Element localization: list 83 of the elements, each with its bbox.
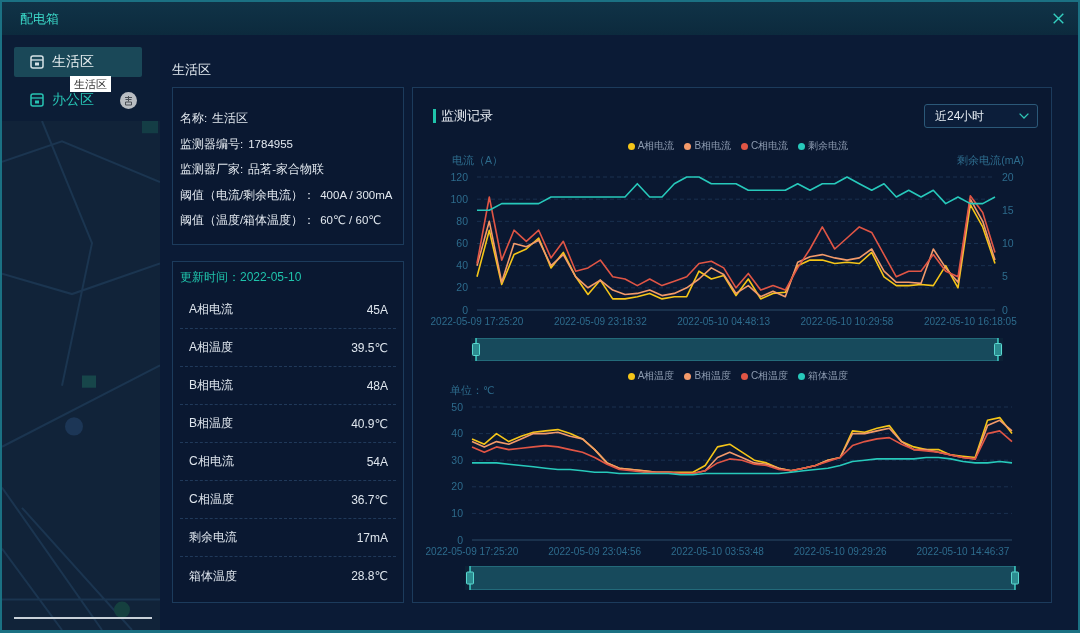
slider-handle[interactable] [994,338,1002,361]
cabinet-icon [30,55,44,69]
slider-handle[interactable] [1011,566,1019,590]
reading-label: C相电流 [189,453,234,470]
legend-label: A相温度 [637,370,675,382]
reading-value: 54A [366,454,388,469]
legend-label: C相电流 [751,140,789,152]
info-value: 1784955 [248,136,293,152]
axis-title: 电流（A） [452,154,503,166]
reading-value: 17mA [356,530,388,545]
axis-tick-label: 0 [457,533,463,546]
axis-tick-label: 40 [456,259,468,272]
info-label: 监测器编号: [180,136,244,152]
info-value: 品茗-家合物联 [248,162,325,177]
axis-tick-label: 80 [456,214,468,227]
info-label: 名称: [180,111,208,126]
axis-tick-label: 40 [451,427,463,440]
axis-tick-label: 2022-05-10 16:18:05 [923,316,1017,327]
close-button[interactable] [1053,13,1064,24]
reading-label: 箱体温度 [189,567,237,585]
axis-tick-label: 50 [451,400,463,413]
axis-tick-label: 2022-05-09 17:25:20 [425,546,519,557]
legend-label: C相温度 [751,370,789,382]
axis-tick-label: 15 [1002,203,1014,216]
reading-value: 40.9℃ [351,416,388,431]
info-value: 生活区 [212,111,249,126]
axis-tick-label: 10 [451,506,463,519]
info-label: 阈值（温度/箱体温度）： [180,213,316,228]
axis-tick-label: 2022-05-10 09:29:26 [793,546,887,557]
axis-tick-label: 2022-05-10 14:46:37 [916,546,1010,557]
panel-title: 监测记录 [441,107,493,125]
axis-tick-label: 0 [1002,303,1008,316]
axis-tick-label: 2022-05-09 17:25:20 [430,316,524,327]
slider-handle[interactable] [472,338,480,361]
sidebar-item[interactable]: 生活区 [14,47,142,77]
reading-value: 36.7℃ [351,492,388,507]
reading-value: 45A [366,302,388,317]
axis-title: 单位：℃ [450,384,495,396]
axis-title: 剩余电流(mA) [957,154,1024,166]
reading-label: 剩余电流 [189,529,237,546]
legend-label: 剩余电流 [808,140,849,152]
legend-label: B相温度 [694,370,732,382]
reading-label: B相电流 [189,377,233,394]
accent-bar-icon [433,109,436,123]
axis-tick-label: 2022-05-10 03:53:48 [671,546,764,557]
reading-label: B相温度 [189,415,233,432]
info-label: 监测器厂家: [180,162,244,177]
reading-value: 48A [366,378,388,393]
tooltip: 生活区 [70,76,111,92]
cabinet-icon [30,93,44,107]
axis-tick-label: 20 [451,480,463,493]
chevron-down-icon [1019,113,1029,119]
axis-tick-label: 30 [451,453,463,466]
update-time: 更新时间：2022-05-10 [180,269,302,286]
legend-label: 箱体温度 [808,370,849,382]
reading-label: A相电流 [189,301,233,318]
axis-tick-label: 20 [1002,170,1014,183]
axis-tick-label: 120 [450,170,468,183]
axis-tick-label: 5 [1002,270,1008,283]
axis-tick-label: 100 [450,192,468,205]
scrollbar-thumb[interactable] [14,617,152,619]
axis-tick-label: 60 [456,237,468,249]
info-value: 400A / 300mA [320,187,393,203]
axis-tick-label: 20 [456,281,468,294]
axis-tick-label: 2022-05-10 10:29:58 [800,316,894,327]
legend-label: B相电流 [694,140,732,152]
slider-handle[interactable] [466,566,474,590]
reading-label: A相温度 [189,339,233,356]
reading-label: C相温度 [189,491,234,508]
info-label: 阈值（电流/剩余电流）： [180,187,316,203]
axis-tick-label: 0 [462,303,468,316]
reading-value: 28.8℃ [351,569,388,583]
close-icon [1053,13,1064,24]
legend-label: A相电流 [637,140,675,152]
reading-value: 39.5℃ [351,340,388,355]
axis-tick-label: 2022-05-09 23:18:32 [553,316,647,327]
axis-tick-label: 2022-05-10 04:48:13 [677,316,771,327]
axis-tick-label: 2022-05-09 23:04:56 [548,546,642,557]
range-select[interactable]: 近24小时 [924,104,1038,128]
axis-tick-label: 10 [1002,237,1014,249]
window-title: 配电箱 [20,9,59,28]
info-value: 60℃ / 60℃ [320,213,382,228]
section-heading: 生活区 [172,62,211,78]
